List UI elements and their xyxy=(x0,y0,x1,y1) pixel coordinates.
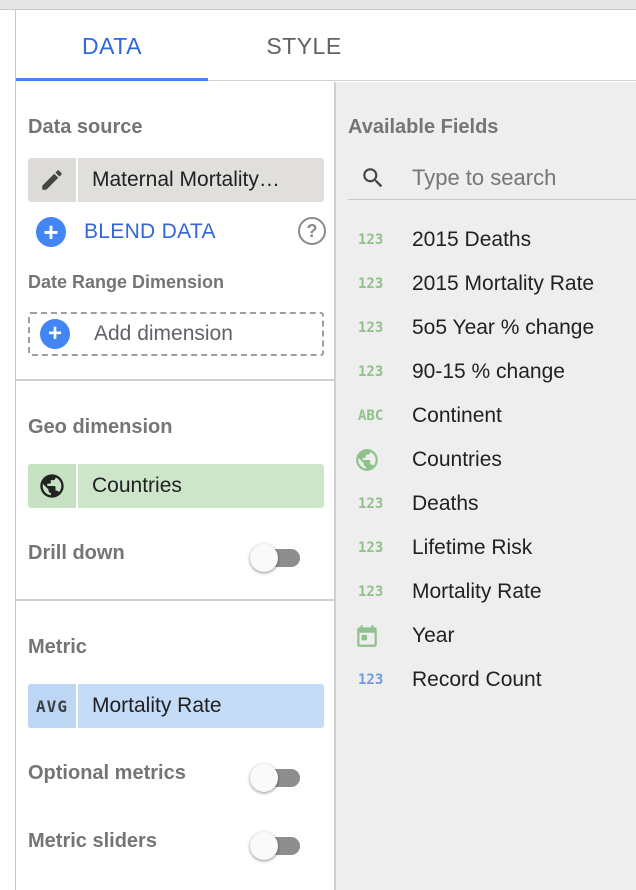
add-circle-icon: + xyxy=(40,319,70,349)
geo-dimension-chip[interactable]: Countries xyxy=(28,464,324,508)
number-type-icon: 123 xyxy=(358,364,384,380)
toggle-knob xyxy=(250,764,278,792)
help-icon[interactable]: ? xyxy=(298,217,326,245)
tab-data[interactable]: DATA xyxy=(16,11,208,81)
field-item[interactable]: 123 90-15 % change xyxy=(348,350,636,394)
top-strip xyxy=(0,0,636,10)
drill-down-label: Drill down xyxy=(28,542,125,564)
field-name: Deaths xyxy=(412,492,479,515)
optional-metrics-toggle[interactable] xyxy=(250,764,300,792)
metric-sliders-toggle[interactable] xyxy=(250,832,300,860)
data-source-label: Data source xyxy=(28,116,143,138)
search-icon xyxy=(363,167,383,187)
metric-chip[interactable]: AVG Mortality Rate xyxy=(28,684,324,728)
toggle-knob xyxy=(250,832,278,860)
search-input[interactable] xyxy=(412,164,622,191)
number-type-icon: 123 xyxy=(358,672,384,688)
field-item[interactable]: 123 Deaths xyxy=(348,482,636,526)
data-config-panel: Data source Maternal Mortality… + BLEND … xyxy=(16,82,334,890)
available-fields-label: Available Fields xyxy=(348,116,499,138)
optional-metrics-label: Optional metrics xyxy=(28,762,186,784)
data-source-name: Maternal Mortality… xyxy=(92,168,280,191)
number-type-icon: 123 xyxy=(358,496,384,512)
section-divider xyxy=(16,379,334,381)
geo-dimension-name: Countries xyxy=(92,474,182,497)
add-circle-icon[interactable]: + xyxy=(36,217,66,247)
field-name: Countries xyxy=(412,448,502,471)
number-type-icon: 123 xyxy=(358,276,384,292)
number-type-icon: 123 xyxy=(358,232,384,248)
properties-panel: DATA STYLE Data source Maternal Mortalit… xyxy=(0,0,636,890)
metric-sliders-label: Metric sliders xyxy=(28,830,157,852)
available-fields-panel: Available Fields 123 2015 Deaths 123 2015 M… xyxy=(336,82,636,890)
toggle-knob xyxy=(250,544,278,572)
field-name: Year xyxy=(412,624,455,647)
add-dimension-label: Add dimension xyxy=(94,322,233,345)
active-tab-indicator xyxy=(16,78,208,81)
text-type-icon: ABC xyxy=(358,408,384,424)
field-search xyxy=(348,156,636,200)
drill-down-toggle[interactable] xyxy=(250,544,300,572)
drill-down-row: Drill down xyxy=(28,540,324,572)
globe-icon xyxy=(28,464,78,508)
field-item[interactable]: 123 Mortality Rate xyxy=(348,570,636,614)
field-item[interactable]: 123 5o5 Year % change xyxy=(348,306,636,350)
metric-label: Metric xyxy=(28,636,87,658)
tab-style[interactable]: STYLE xyxy=(208,11,400,81)
field-item[interactable]: ABC Continent xyxy=(348,394,636,438)
tab-bar: DATA STYLE xyxy=(16,11,636,81)
section-divider xyxy=(16,599,334,601)
number-type-icon: 123 xyxy=(358,584,384,600)
globe-icon xyxy=(348,447,388,473)
field-item[interactable]: 123 2015 Deaths xyxy=(348,218,636,262)
field-name: 2015 Mortality Rate xyxy=(412,272,595,295)
number-type-icon: 123 xyxy=(358,320,384,336)
date-range-label: Date Range Dimension xyxy=(28,272,225,292)
field-item[interactable]: 123 Record Count xyxy=(348,658,636,702)
optional-metrics-row: Optional metrics xyxy=(28,760,324,792)
add-dimension-dropzone[interactable]: + Add dimension xyxy=(28,312,324,356)
field-name: Lifetime Risk xyxy=(412,536,533,559)
metric-name: Mortality Rate xyxy=(92,694,222,717)
field-item[interactable]: Countries xyxy=(348,438,636,482)
blend-data-row: + BLEND DATA ? xyxy=(36,216,326,248)
field-name: Mortality Rate xyxy=(412,580,542,603)
aggregation-badge[interactable]: AVG xyxy=(28,684,78,728)
data-source-chip[interactable]: Maternal Mortality… xyxy=(28,158,324,202)
number-type-icon: 123 xyxy=(358,540,384,556)
field-name: Record Count xyxy=(412,668,542,691)
field-item[interactable]: Year xyxy=(348,614,636,658)
calendar-icon xyxy=(348,623,388,649)
field-item[interactable]: 123 Lifetime Risk xyxy=(348,526,636,570)
blend-data-button[interactable]: BLEND DATA xyxy=(84,220,216,244)
field-name: 2015 Deaths xyxy=(412,228,532,251)
field-name: Continent xyxy=(412,404,502,427)
geo-dimension-label: Geo dimension xyxy=(28,416,173,438)
metric-sliders-row: Metric sliders xyxy=(28,828,324,860)
pencil-icon[interactable] xyxy=(28,158,78,202)
field-name: 90-15 % change xyxy=(412,360,565,383)
field-name: 5o5 Year % change xyxy=(412,316,595,339)
field-item[interactable]: 123 2015 Mortality Rate xyxy=(348,262,636,306)
